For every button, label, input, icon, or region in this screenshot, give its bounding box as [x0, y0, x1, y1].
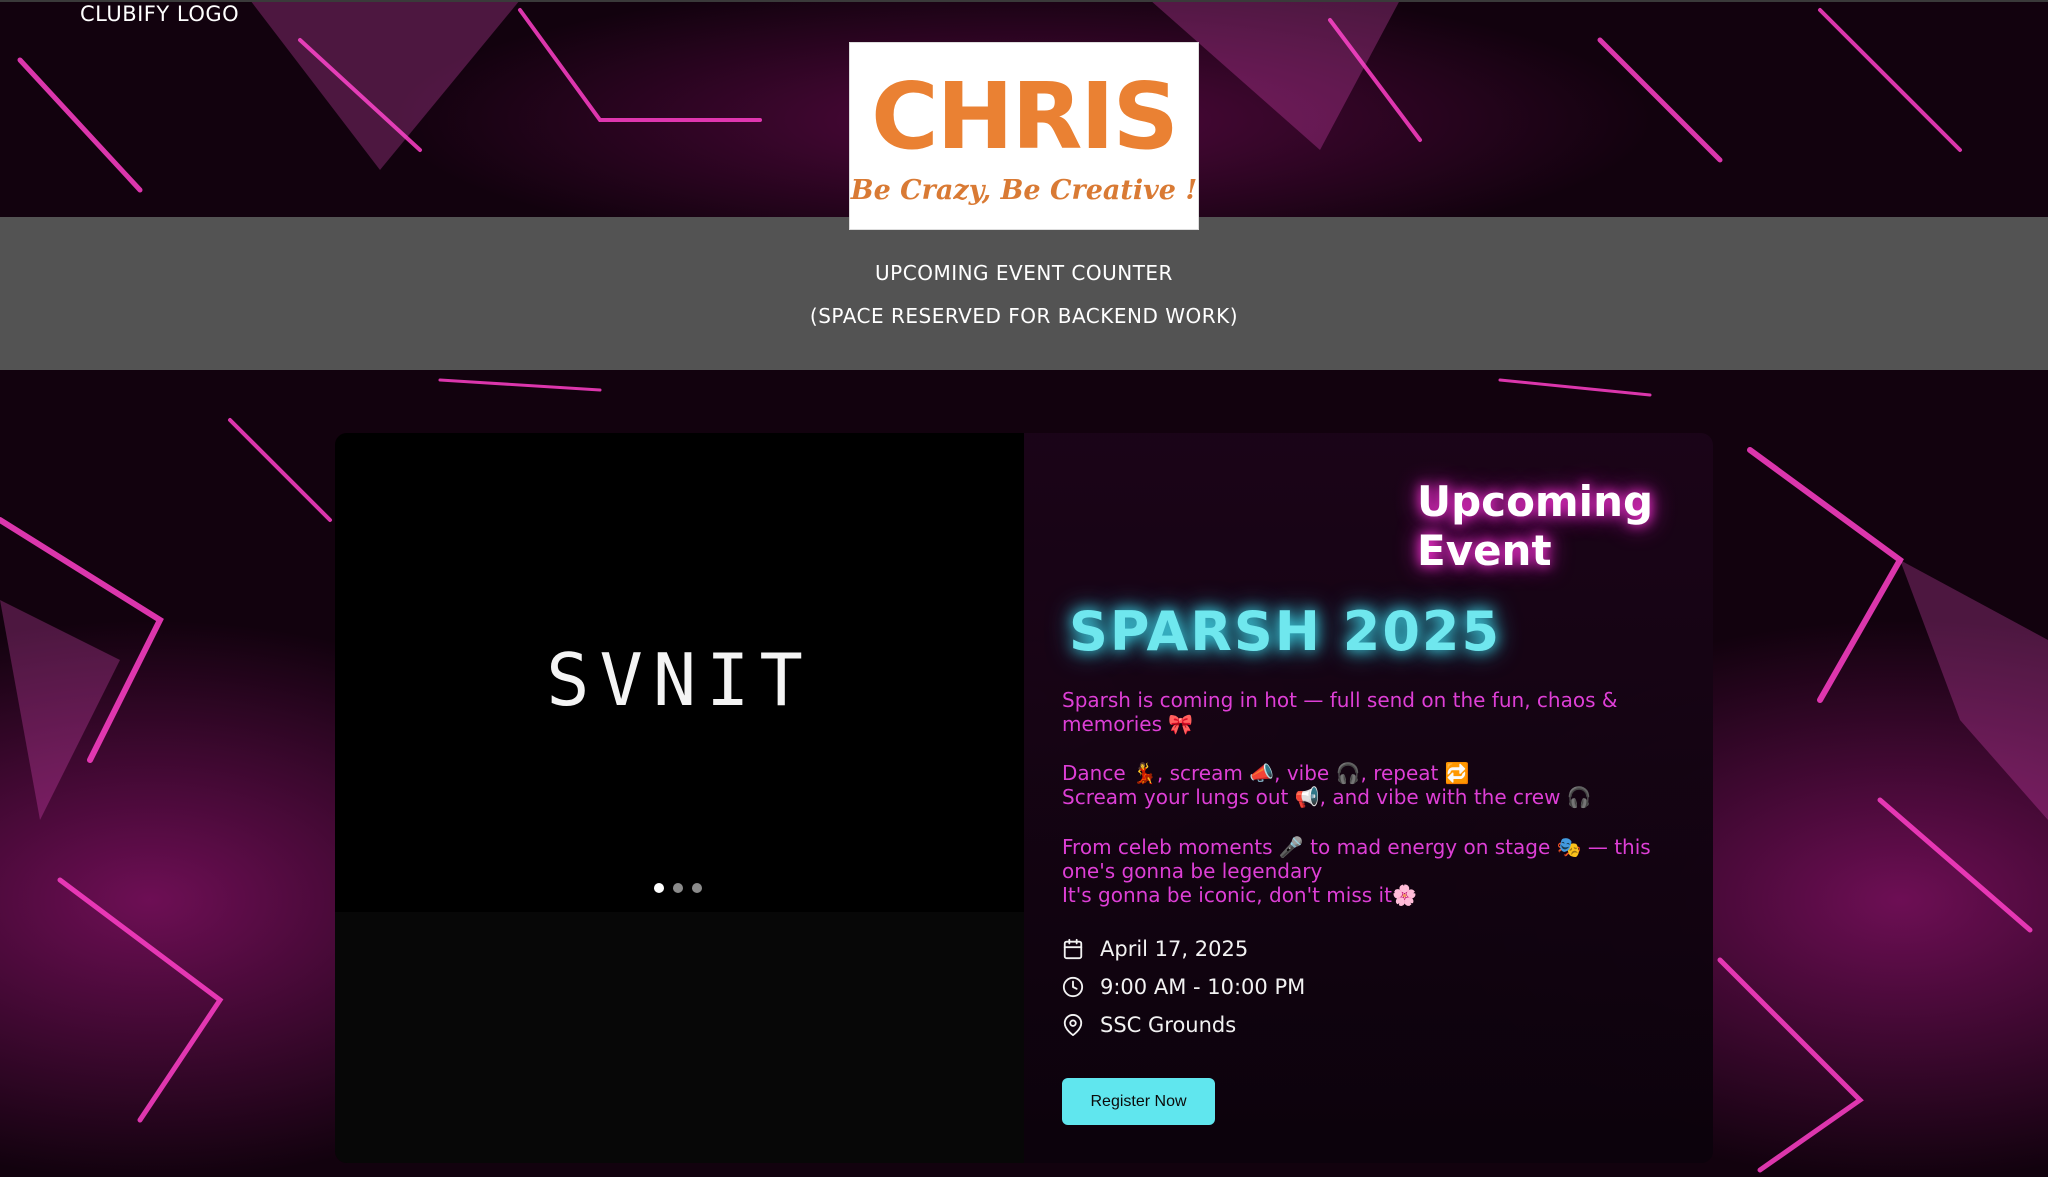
carousel-slide: SVNIT	[546, 638, 813, 722]
media-placeholder	[335, 912, 1024, 1163]
register-now-button[interactable]: Register Now	[1062, 1078, 1215, 1125]
clubify-logo[interactable]: CLUBIFY LOGO	[80, 2, 239, 26]
counter-title: UPCOMING EVENT COUNTER	[875, 261, 1173, 285]
event-time-text: 9:00 AM - 10:00 PM	[1100, 975, 1306, 999]
event-location: SSC Grounds	[1062, 1013, 1236, 1037]
section-title: Upcoming Event	[1417, 477, 1654, 575]
carousel-dot-1[interactable]	[654, 883, 664, 893]
event-description-1: Sparsh is coming in hot — full send on t…	[1062, 688, 1618, 736]
event-name: SPARSH 2025	[1069, 600, 1502, 663]
carousel-dots	[654, 883, 702, 893]
clock-icon	[1062, 976, 1084, 998]
event-description-3: From celeb moments 🎤 to mad energy on st…	[1062, 835, 1651, 907]
event-counter-section: UPCOMING EVENT COUNTER (SPACE RESERVED F…	[0, 217, 2048, 370]
carousel-dot-3[interactable]	[692, 883, 702, 893]
event-location-text: SSC Grounds	[1100, 1013, 1237, 1037]
event-description-2: Dance 💃, scream 📣, vibe 🎧, repeat 🔁 Scre…	[1062, 761, 1592, 809]
event-time: 9:00 AM - 10:00 PM	[1062, 975, 1305, 999]
map-pin-icon	[1063, 1014, 1083, 1036]
counter-subtitle: (SPACE RESERVED FOR BACKEND WORK)	[809, 304, 1239, 328]
event-carousel[interactable]: SVNIT	[335, 433, 1024, 912]
event-date: April 17, 2025	[1062, 937, 1248, 961]
carousel-dot-2[interactable]	[673, 883, 683, 893]
club-brand-logo: CHRIS Be Crazy, Be Creative !	[849, 42, 1199, 230]
brand-name: CHRIS	[871, 62, 1179, 170]
brand-tagline: Be Crazy, Be Creative !	[850, 174, 1198, 206]
top-border	[0, 0, 2048, 2]
calendar-icon	[1063, 938, 1083, 960]
event-date-text: April 17, 2025	[1100, 937, 1249, 961]
